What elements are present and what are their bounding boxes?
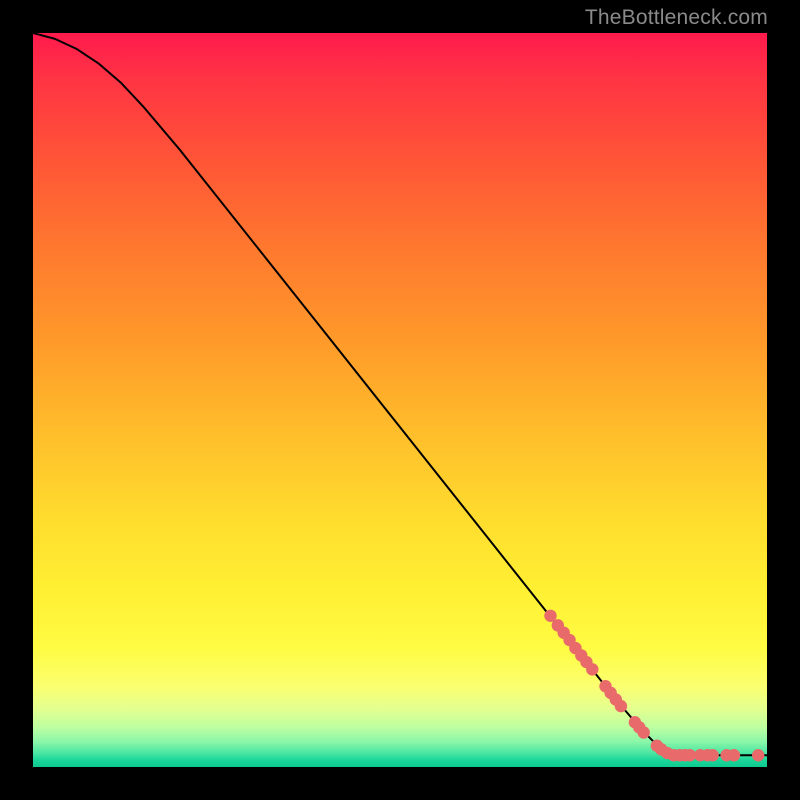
data-curve xyxy=(33,33,767,755)
scatter-dot xyxy=(728,749,740,761)
scatter-dot xyxy=(615,700,627,712)
scatter-dot xyxy=(706,749,718,761)
watermark-text: TheBottleneck.com xyxy=(585,6,768,30)
plot-area xyxy=(33,33,767,767)
scatter-dot xyxy=(586,663,598,675)
chart-frame: TheBottleneck.com xyxy=(0,0,800,800)
scatter-dot xyxy=(637,726,649,738)
scatter-dots xyxy=(544,610,764,762)
chart-overlay xyxy=(33,33,767,767)
scatter-dot xyxy=(752,749,764,761)
